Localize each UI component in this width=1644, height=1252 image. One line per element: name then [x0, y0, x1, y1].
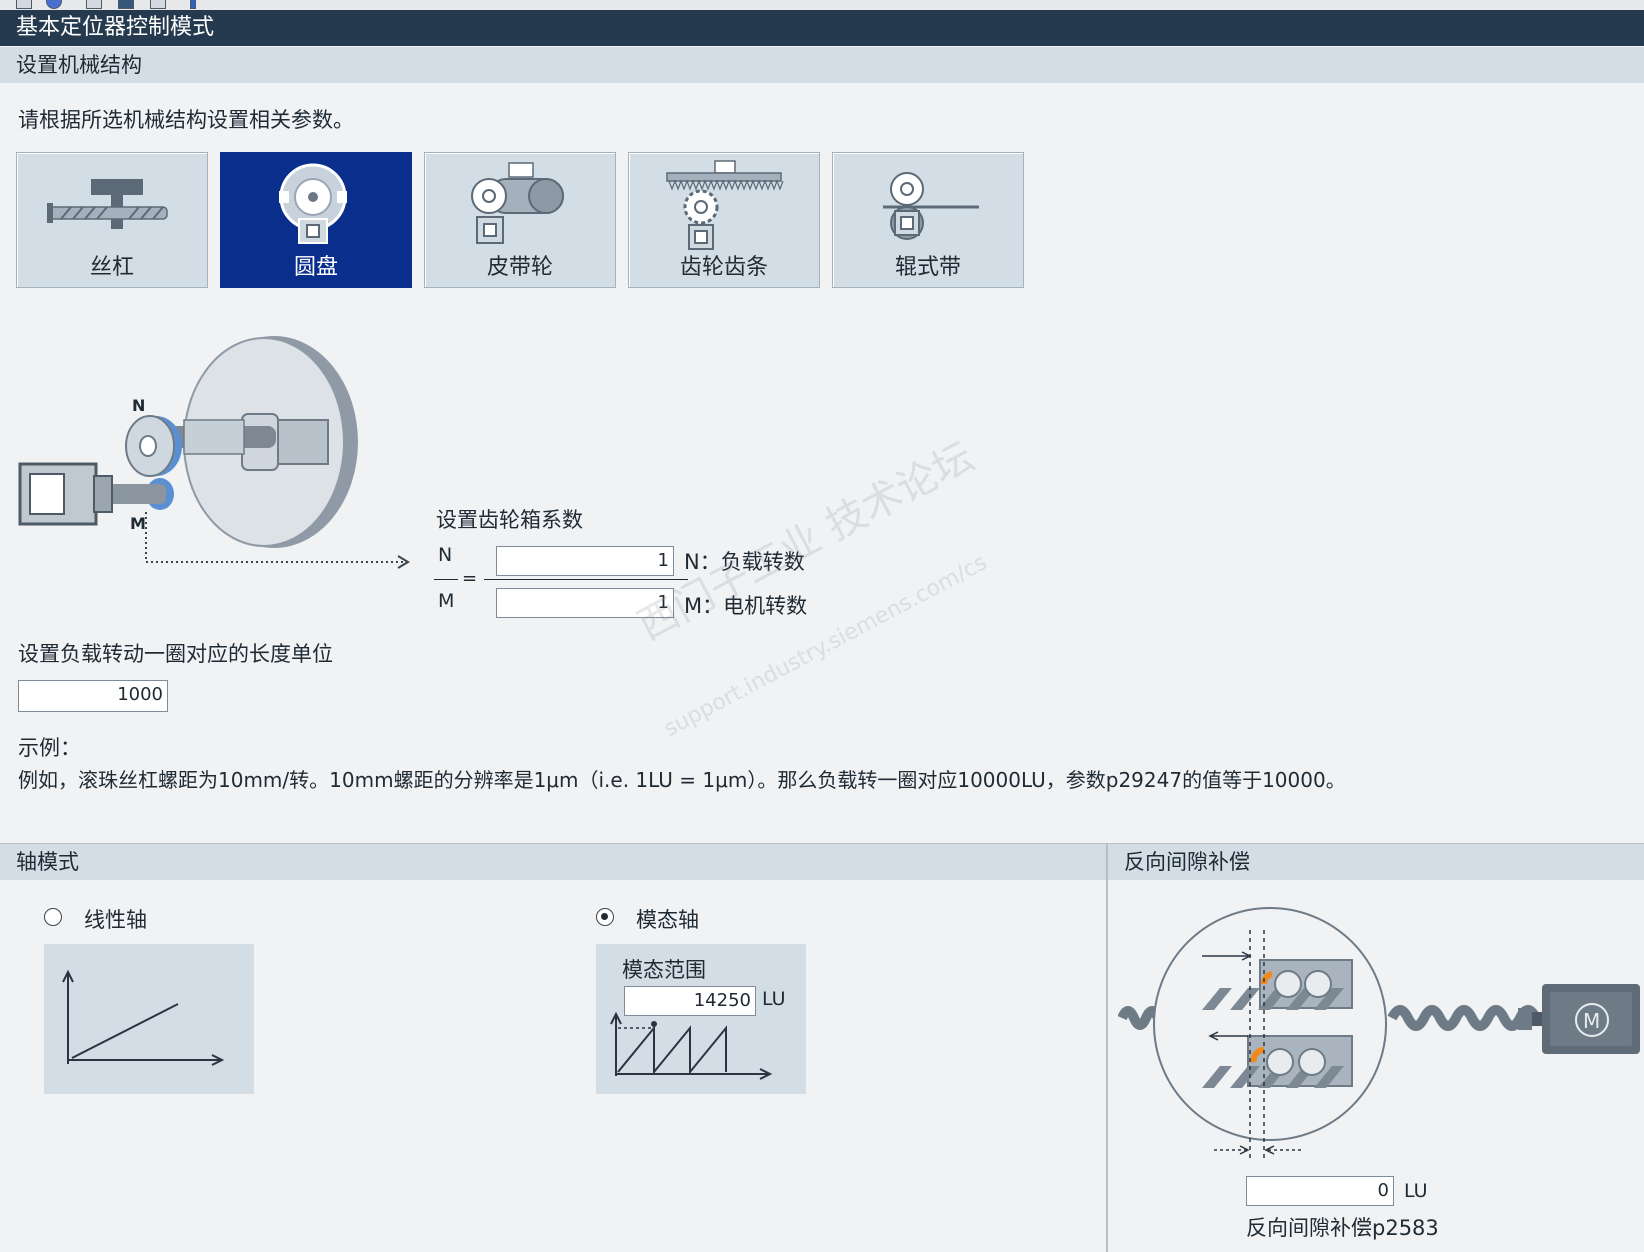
toolbar-icon[interactable]: [16, 0, 32, 9]
mech-button-leadscrew[interactable]: 丝杠: [16, 152, 208, 288]
motor-label: M: [1583, 1009, 1601, 1033]
toolbar-icon[interactable]: [190, 0, 196, 9]
instruction-text: 请根据所选机械结构设置相关参数。: [18, 108, 354, 132]
gearbox-n-input[interactable]: 1: [496, 546, 674, 576]
example-text: 例如，滚珠丝杠螺距为10mm/转。10mm螺距的分辨率是1μm（i.e. 1LU…: [18, 768, 1346, 792]
section-header-axis-mode: 轴模式: [0, 844, 1106, 880]
toolbar-icon[interactable]: [150, 0, 166, 9]
mech-button-rack-pinion[interactable]: 齿轮齿条: [628, 152, 820, 288]
mech-button-label: 圆盘: [293, 255, 338, 280]
diagram-label-n: N: [132, 396, 146, 415]
backlash-unit: LU: [1404, 1180, 1428, 1202]
vertical-divider: [1106, 844, 1108, 1252]
fraction-line-right: [484, 579, 688, 580]
gearbox-m-label: M: [438, 590, 455, 612]
toolbar-icon[interactable]: [46, 0, 62, 9]
mech-button-label: 丝杠: [89, 255, 134, 280]
rotary-table-diagram: [18, 336, 410, 569]
radio-linear-axis[interactable]: [44, 908, 62, 926]
backlash-input[interactable]: 0: [1246, 1176, 1394, 1206]
backlash-diagram: [1118, 907, 1640, 1162]
section-header-mechanics: 设置机械结构: [0, 47, 1644, 83]
linear-graph-icon: [62, 969, 225, 1066]
mech-button-label: 皮带轮: [486, 255, 553, 280]
linear-axis-graph: [44, 944, 254, 1094]
gearbox-title: 设置齿轮箱系数: [436, 508, 583, 532]
fraction-line-left: [434, 579, 458, 580]
linear-axis-label[interactable]: 线性轴: [84, 904, 147, 934]
backlash-caption: 反向间隙补偿p2583: [1246, 1216, 1439, 1240]
length-unit-label: 设置负载转动一圈对应的长度单位: [18, 642, 333, 666]
gearbox-n-label: N: [438, 544, 453, 566]
section-header-backlash: 反向间隙补偿: [1108, 844, 1644, 880]
mech-button-label: 齿轮齿条: [679, 255, 768, 280]
toolbar: [0, 0, 1644, 10]
example-heading: 示例：: [18, 736, 81, 760]
window-title: 基本定位器控制模式: [0, 10, 1644, 46]
mech-button-belt-pulley[interactable]: 皮带轮: [424, 152, 616, 288]
radio-modulo-axis[interactable]: [596, 908, 614, 926]
toolbar-icon[interactable]: [86, 0, 102, 9]
diagram-label-m: M: [130, 514, 146, 533]
gearbox-equals: =: [462, 568, 478, 589]
toolbar-icon[interactable]: [118, 0, 134, 9]
modulo-axis-panel: 模态范围 14250 LU: [596, 944, 806, 1094]
modulo-axis-label[interactable]: 模态轴: [636, 904, 699, 934]
modulo-graph-icon: [610, 1011, 773, 1080]
mech-button-roller-belt[interactable]: 辊式带: [832, 152, 1024, 288]
mech-button-rotary-table[interactable]: 圆盘: [220, 152, 412, 288]
length-unit-input[interactable]: 1000: [18, 680, 168, 712]
mech-button-label: 辊式带: [894, 255, 961, 280]
